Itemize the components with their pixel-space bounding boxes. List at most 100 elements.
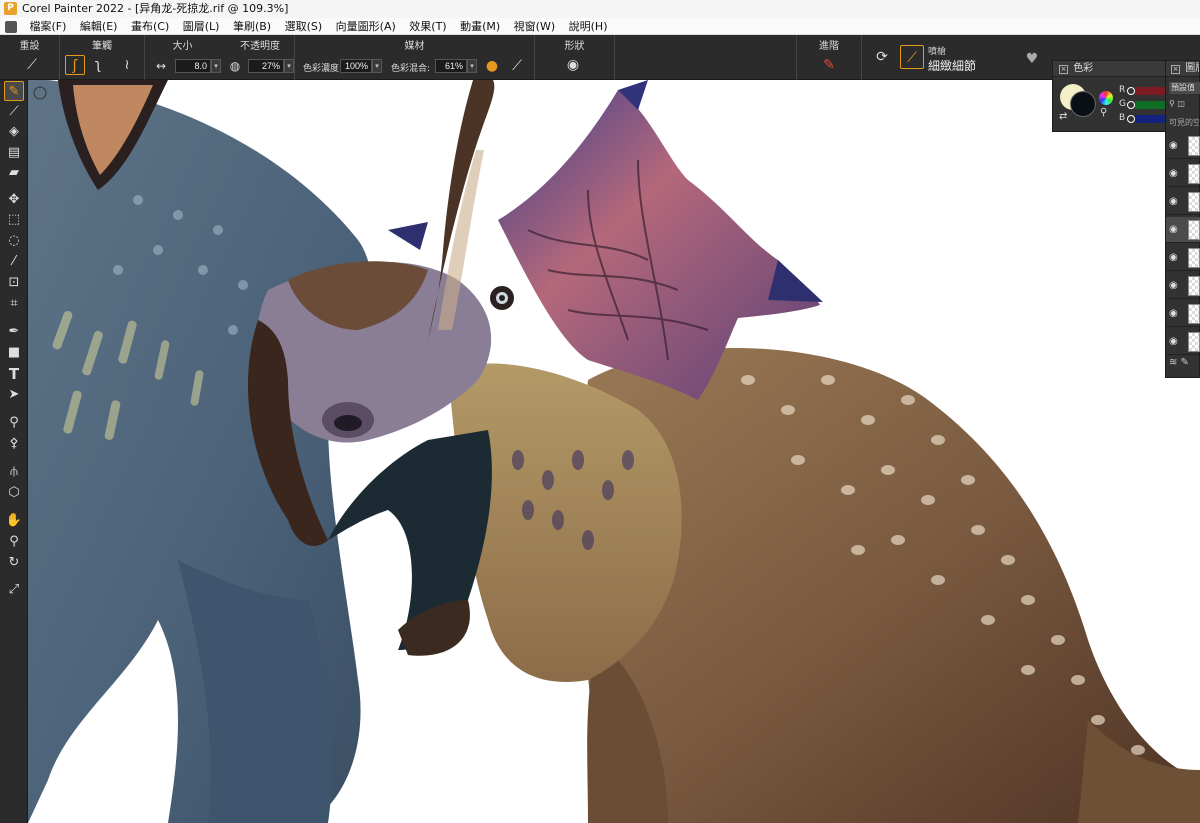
layers-panel-close-icon[interactable]: × (1171, 65, 1180, 74)
magnifier-tool-icon[interactable]: ⚲ (4, 532, 24, 552)
fit-screen-tool-icon[interactable]: ⤢ (4, 580, 24, 600)
visibility-eye-icon[interactable]: ◉ (1169, 252, 1178, 263)
main-color-swatch[interactable] (1070, 91, 1096, 117)
color-mix-dropdown-icon[interactable]: ▾ (467, 59, 477, 73)
menu-window[interactable]: 視窗(W) (509, 18, 560, 35)
reset-brush-icon[interactable]: ⟋ (22, 55, 42, 75)
media-variant-icon[interactable]: ● (482, 56, 502, 76)
layer-row[interactable]: ◉ (1166, 189, 1200, 215)
menu-help[interactable]: 說明(H) (564, 18, 613, 35)
magic-wand-tool-icon[interactable]: ⁄ (4, 252, 24, 272)
opacity-field[interactable] (248, 59, 284, 73)
canvas[interactable] (28, 80, 1200, 823)
freehand-stroke-icon[interactable]: ʃ (65, 55, 85, 75)
dropper-tool-icon[interactable]: ⟋ (4, 102, 24, 122)
advanced-brush-icon[interactable]: ✎ (819, 55, 839, 75)
layer-thumbnail (1188, 220, 1200, 240)
preset-button[interactable]: 預設值 (1169, 82, 1200, 94)
layers-panel: × 圖層 預設值 ⚲ ◫ 可見的空 ◉ ◉ ◉ ◉ ◉ ◉ ◉ ◉ ≋ ✎ (1165, 60, 1200, 378)
text-tool-icon[interactable]: T (4, 364, 24, 384)
straight-stroke-icon[interactable]: ʅ (88, 55, 108, 75)
menu-shapes[interactable]: 向量圖形(A) (331, 18, 401, 35)
painter-app-icon: P (4, 2, 17, 15)
visibility-eye-icon[interactable]: ◉ (1169, 224, 1178, 235)
advanced-label: 進階 (819, 41, 839, 52)
blue-slider[interactable] (1135, 115, 1167, 123)
visibility-eye-icon[interactable]: ◉ (1169, 280, 1178, 291)
rectangle-shape-tool-icon[interactable]: ■ (4, 343, 24, 363)
menu-brushes[interactable]: 筆刷(B) (228, 18, 276, 35)
size-field[interactable] (175, 59, 211, 73)
perspective-guide-tool-icon[interactable]: ⬡ (4, 483, 24, 503)
red-label: R (1119, 85, 1126, 95)
grabber-tool-icon[interactable]: ✋ (4, 511, 24, 531)
layer-row-selected[interactable]: ◉ (1166, 217, 1200, 243)
shape-select-tool-icon[interactable]: ➤ (4, 385, 24, 405)
eraser-tool-icon[interactable]: ▰ (4, 163, 24, 183)
swap-colors-icon[interactable]: ⇄ (1059, 111, 1067, 122)
shape-label: 形狀 (564, 41, 585, 52)
color-wheel-icon[interactable] (1099, 91, 1113, 105)
rubber-stamp-tool-icon[interactable]: ⚴ (4, 434, 24, 454)
toolbox: ✎ ⟋ ◈ ▤ ▰ ✥ ⬚ ◌ ⁄ ⊡ ⌗ ✒ ■ T ➤ ⚲ ⚴ ⫛ ⬡ ✋ … (0, 80, 28, 823)
blue-slider-knob[interactable] (1127, 115, 1135, 123)
shape-dab-icon[interactable]: ◉ (563, 55, 583, 75)
menu-edit[interactable]: 編輯(E) (75, 18, 123, 35)
brush-selector-icon[interactable]: ⟋ (900, 45, 924, 69)
favorite-heart-icon[interactable]: ♥ (1022, 49, 1042, 69)
layer-stack-icon[interactable]: ≋ ✎ (1169, 357, 1189, 368)
stamp-icon[interactable]: ⚲ (1100, 107, 1107, 118)
stroke-options-icon[interactable]: ≀ (117, 55, 137, 75)
visibility-eye-icon[interactable]: ◉ (1169, 140, 1178, 151)
lasso-tool-icon[interactable]: ◌ (4, 231, 24, 251)
layer-adjuster-tool-icon[interactable]: ✥ (4, 190, 24, 210)
color-panel-close-icon[interactable]: × (1059, 65, 1068, 74)
rotate-page-tool-icon[interactable]: ↻ (4, 553, 24, 573)
layer-row[interactable]: ◉ (1166, 133, 1200, 159)
color-panel: × 色彩 ⇄ ⚲ R G B (1052, 60, 1167, 132)
visibility-eye-icon[interactable]: ◉ (1169, 336, 1178, 347)
layer-tools-icon[interactable]: ⚲ ◫ (1169, 99, 1185, 108)
visibility-eye-icon[interactable]: ◉ (1169, 168, 1178, 179)
size-label: 大小 (172, 41, 193, 52)
spacer-section (615, 35, 797, 80)
layer-row[interactable]: ◉ (1166, 161, 1200, 187)
color-concentration-dropdown-icon[interactable]: ▾ (372, 59, 382, 73)
green-slider-knob[interactable] (1127, 101, 1135, 109)
paint-bucket-tool-icon[interactable]: ◈ (4, 122, 24, 142)
visibility-eye-icon[interactable]: ◉ (1169, 196, 1178, 207)
menu-file[interactable]: 檔案(F) (25, 18, 72, 35)
layer-row[interactable]: ◉ (1166, 301, 1200, 327)
green-slider[interactable] (1135, 101, 1167, 109)
layer-row[interactable]: ◉ (1166, 273, 1200, 299)
menu-canvas[interactable]: 畫布(C) (126, 18, 174, 35)
color-mix-field[interactable] (435, 59, 467, 73)
layer-row[interactable]: ◉ (1166, 329, 1200, 355)
crop-tool-icon[interactable]: ⌗ (4, 294, 24, 314)
mirror-tool-icon[interactable]: ⫛ (4, 462, 24, 482)
painter-logo-icon[interactable] (5, 21, 17, 33)
menu-layers[interactable]: 圖層(L) (178, 18, 225, 35)
recent-brushes-icon[interactable]: ⟳ (872, 47, 892, 67)
title-bar: P Corel Painter 2022 - [异角龙-死掠龙.rif @ 10… (0, 0, 1200, 18)
menu-movie[interactable]: 動畫(M) (455, 18, 505, 35)
red-slider-knob[interactable] (1127, 87, 1135, 95)
color-concentration-field[interactable] (340, 59, 372, 73)
visibility-eye-icon[interactable]: ◉ (1169, 308, 1178, 319)
media-section: 媒材 色彩濃度: ▾ 色彩混合: ▾ ● ⟋ (295, 35, 535, 80)
size-dropdown-icon[interactable]: ▾ (211, 59, 221, 73)
pen-tool-icon[interactable]: ✒ (4, 322, 24, 342)
layer-row[interactable]: ◉ (1166, 245, 1200, 271)
gradient-tool-icon[interactable]: ▤ (4, 143, 24, 163)
cloner-tool-icon[interactable]: ⚲ (4, 413, 24, 433)
dab-preview-icon[interactable]: ⟋ (507, 56, 527, 76)
rect-select-tool-icon[interactable]: ⬚ (4, 210, 24, 230)
advanced-section: 進階 ✎ (797, 35, 862, 80)
opacity-dropdown-icon[interactable]: ▾ (284, 59, 294, 73)
brush-tool-icon[interactable]: ✎ (4, 81, 24, 101)
menu-select[interactable]: 選取(S) (280, 18, 328, 35)
red-slider[interactable] (1135, 87, 1167, 95)
transform-tool-icon[interactable]: ⊡ (4, 273, 24, 293)
menu-bar: 檔案(F) 編輯(E) 畫布(C) 圖層(L) 筆刷(B) 選取(S) 向量圖形… (0, 18, 1200, 35)
menu-effects[interactable]: 效果(T) (404, 18, 451, 35)
